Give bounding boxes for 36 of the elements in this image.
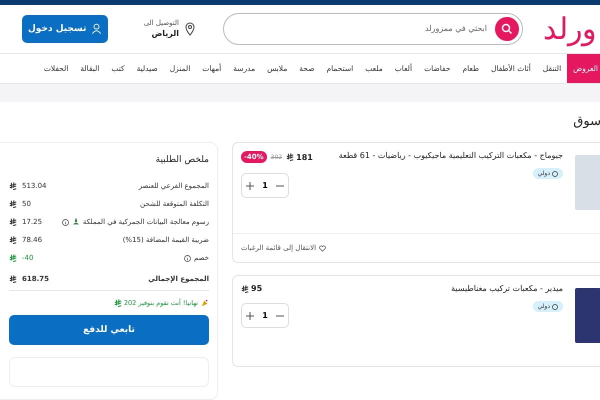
- riyal-icon: [9, 182, 17, 190]
- emblem-icon: [72, 218, 80, 226]
- quantity-stepper[interactable]: 1: [241, 303, 289, 328]
- info-icon: [184, 254, 191, 262]
- quantity: 1: [262, 311, 268, 320]
- product-name[interactable]: ميدير - مكعبات تركيب مغناطيسية: [301, 284, 563, 293]
- quantity-stepper[interactable]: 1: [241, 173, 289, 198]
- search-field[interactable]: ابحثي في ممزورلد: [227, 23, 489, 34]
- quantity: 1: [262, 181, 268, 190]
- summary-title: ملخص الطلبية: [154, 155, 209, 165]
- riyal-icon: [9, 254, 17, 262]
- party-icon: [201, 299, 209, 307]
- location-pin-icon: [185, 22, 195, 36]
- riyal-icon: [241, 284, 249, 292]
- delivery-city[interactable]: الرياض: [144, 29, 179, 38]
- riyal-icon: [9, 274, 17, 282]
- riyal-icon: [9, 236, 17, 244]
- checkout-button[interactable]: تابعي للدفع: [9, 315, 209, 345]
- search-icon[interactable]: [495, 16, 519, 41]
- price: 181: [286, 152, 313, 162]
- photo-placeholder: [575, 288, 600, 343]
- user-icon: [91, 23, 102, 34]
- product-name[interactable]: جيوماج - مكعبات التركيب التعليمية ماجيكيوب - رياضيات - 61 قطعة: [324, 151, 563, 160]
- riyal-icon: [9, 218, 17, 226]
- heart-icon: [319, 244, 326, 252]
- info-icon: [62, 218, 69, 226]
- plus-icon[interactable]: [246, 182, 254, 190]
- logo[interactable]: ورلد: [543, 10, 596, 47]
- page-title: سوق: [573, 114, 600, 130]
- search-bar[interactable]: ابحثي في ممزورلد: [223, 12, 523, 45]
- plus-icon[interactable]: [246, 312, 254, 320]
- riyal-icon: [114, 299, 122, 307]
- login-button[interactable]: تسجيل دخول: [22, 14, 108, 43]
- riyal-icon: [9, 200, 17, 208]
- riyal-icon: [286, 153, 294, 161]
- price: 95: [241, 284, 262, 293]
